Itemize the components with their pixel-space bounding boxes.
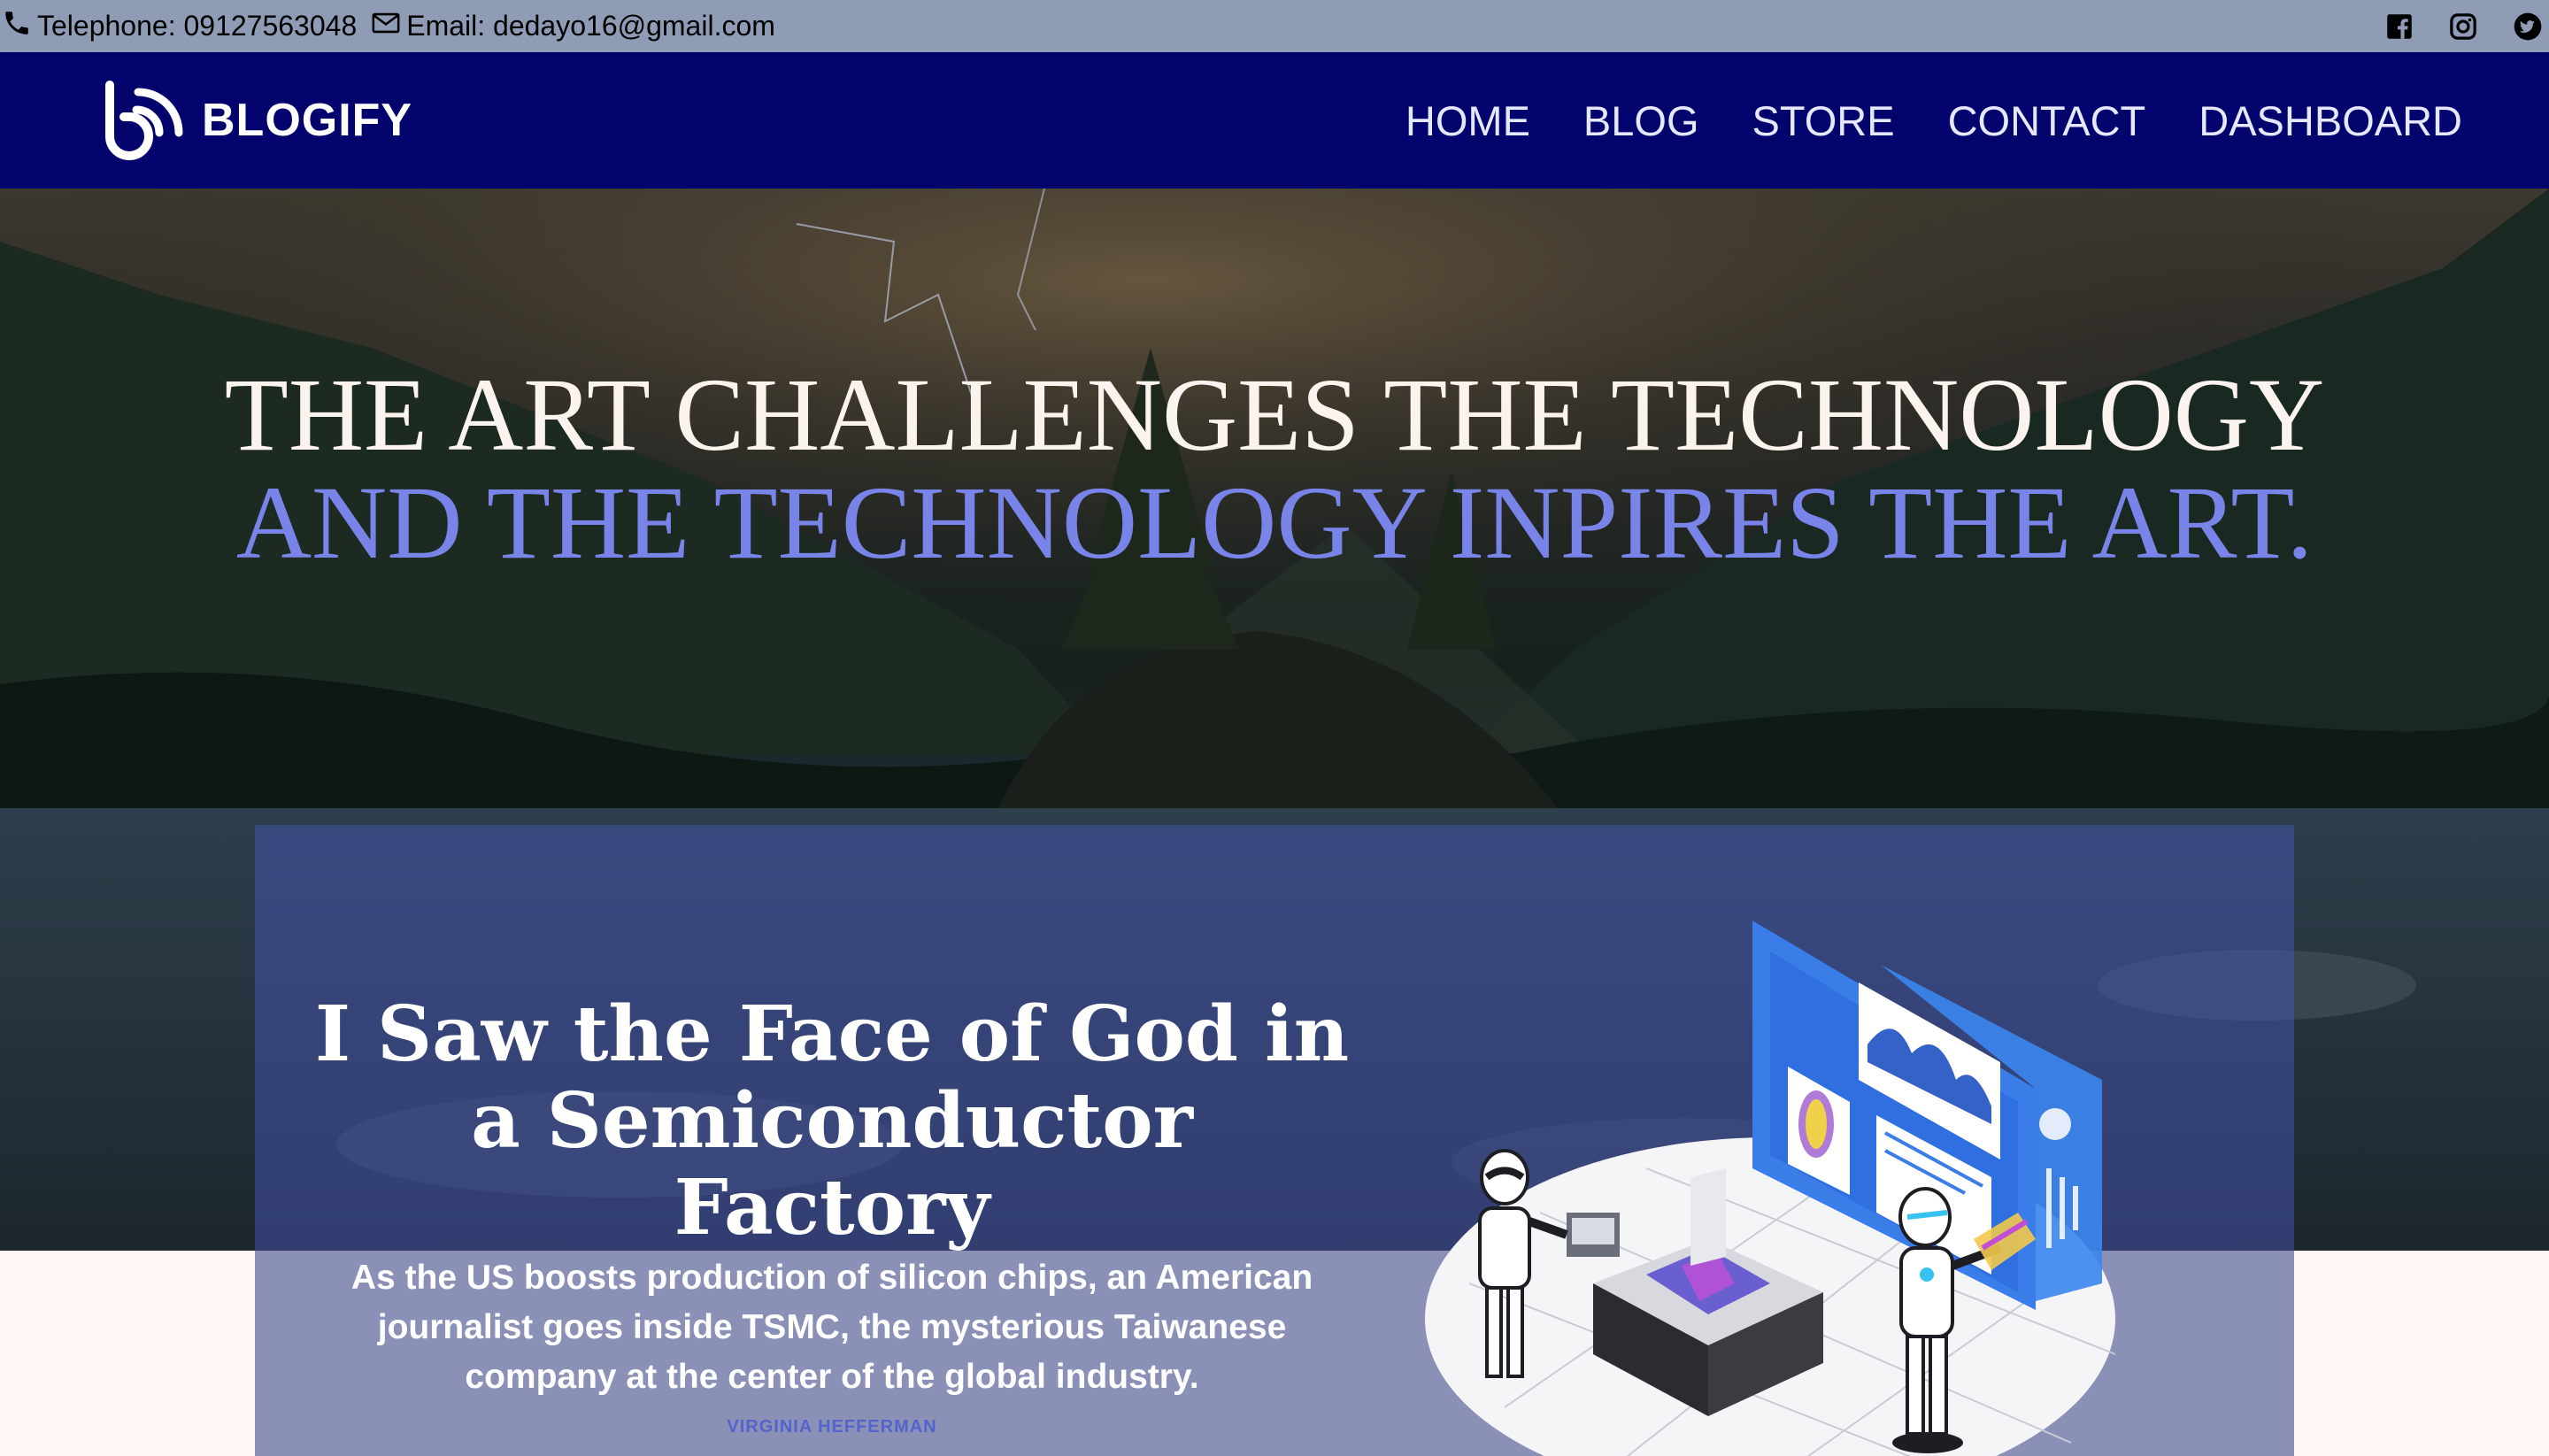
nav-contact[interactable]: CONTACT <box>1948 96 2146 145</box>
logo-icon <box>97 74 186 167</box>
brand-logo[interactable]: BLOGIFY <box>97 74 412 167</box>
twitter-icon[interactable] <box>2514 12 2542 41</box>
telephone-item: Telephone: 09127563048 <box>2 8 357 45</box>
facebook-icon[interactable] <box>2386 13 2413 40</box>
featured-post-description: As the US boosts production of silicon c… <box>350 1259 1313 1396</box>
hero-headline-line2: AND THE TECHNOLOGY INPIRES THE ART. <box>235 465 2314 581</box>
featured-post-title[interactable]: I Saw the Face of God in a Semiconductor… <box>301 991 1363 1252</box>
nav-home[interactable]: HOME <box>1405 96 1530 145</box>
telephone-text: Telephone: 09127563048 <box>37 10 358 42</box>
contact-info: Telephone: 09127563048 Email: dedayo16@g… <box>2 8 775 45</box>
instagram-icon[interactable] <box>2450 12 2476 40</box>
email-text: Email: dedayo16@gmail.com <box>406 10 775 42</box>
featured-post-author[interactable]: VIRGINIA HEFFERMAN <box>566 1417 1097 1437</box>
brand-name: BLOGIFY <box>202 95 413 146</box>
nav-dashboard[interactable]: DASHBOARD <box>2199 96 2462 145</box>
social-links <box>2386 12 2542 41</box>
phone-icon <box>2 8 32 45</box>
top-contact-bar: Telephone: 09127563048 Email: dedayo16@g… <box>0 0 2549 52</box>
hero-headline-line1: THE ART CHALLENGES THE TECHNOLOGY <box>224 357 2325 473</box>
email-item: Email: dedayo16@gmail.com <box>371 10 775 43</box>
main-navbar: BLOGIFY HOME BLOG STORE CONTACT DASHBOAR… <box>0 52 2549 189</box>
nav-blog[interactable]: BLOG <box>1583 96 1699 145</box>
nav-menu: HOME BLOG STORE CONTACT DASHBOARD <box>1405 96 2462 145</box>
mail-icon <box>371 10 401 43</box>
nav-store[interactable]: STORE <box>1752 96 1895 145</box>
featured-post-illustration <box>1425 921 2116 1456</box>
